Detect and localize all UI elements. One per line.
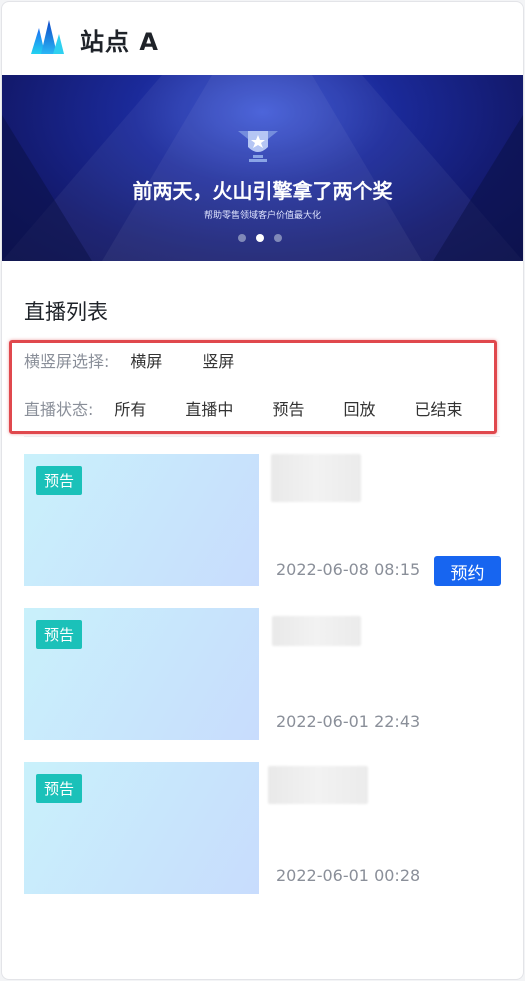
status-filter: 直播状态: 所有 直播中 预告 回放 已结束 <box>24 396 462 420</box>
status-filter-label: 直播状态: <box>24 400 94 419</box>
live-date: 2022-06-01 00:28 <box>276 866 421 885</box>
live-list-item[interactable]: 预告 2022-06-08 08:15 预约 <box>24 454 502 588</box>
reserve-button[interactable]: 预约 <box>434 556 501 586</box>
orientation-option-landscape[interactable]: 横屏 <box>130 348 162 372</box>
filter-divider <box>24 436 500 437</box>
site-header: 站点 A <box>2 2 523 75</box>
carousel-dot-active[interactable] <box>256 234 264 242</box>
live-list-item[interactable]: 预告 2022-06-01 00:28 <box>24 762 502 896</box>
trophy-icon <box>238 131 278 162</box>
orientation-filter: 横竖屏选择: 横屏 竖屏 <box>24 348 234 372</box>
carousel-dot[interactable] <box>238 234 246 242</box>
banner-title: 前两天，火山引擎拿了两个奖 <box>132 179 393 203</box>
status-option-ended[interactable]: 已结束 <box>414 396 462 420</box>
status-badge: 预告 <box>36 620 83 649</box>
status-option-all[interactable]: 所有 <box>114 396 146 420</box>
status-option-live[interactable]: 直播中 <box>185 396 233 420</box>
live-date: 2022-06-08 08:15 <box>276 560 421 579</box>
status-badge: 预告 <box>36 774 83 803</box>
status-option-replay[interactable]: 回放 <box>343 396 375 420</box>
orientation-option-portrait[interactable]: 竖屏 <box>202 348 234 372</box>
banner-carousel[interactable]: 前两天，火山引擎拿了两个奖 帮助零售领域客户价值最大化 <box>2 75 523 261</box>
status-badge: 预告 <box>36 466 83 495</box>
banner-subtitle: 帮助零售领域客户价值最大化 <box>203 211 321 221</box>
live-list-item[interactable]: 预告 2022-06-01 22:43 <box>24 608 502 742</box>
live-thumbnail[interactable]: 预告 <box>24 454 259 586</box>
status-option-preview[interactable]: 预告 <box>272 396 304 420</box>
live-list-title: 直播列表 <box>24 300 108 324</box>
live-title-placeholder <box>271 454 361 502</box>
live-title-placeholder <box>272 616 361 646</box>
live-thumbnail[interactable]: 预告 <box>24 762 259 894</box>
orientation-filter-label: 横竖屏选择: <box>24 352 110 371</box>
brand-peaks-icon <box>31 20 64 54</box>
live-date: 2022-06-01 22:43 <box>276 712 421 731</box>
site-title: 站点 A <box>80 28 159 56</box>
live-title-placeholder <box>268 766 368 804</box>
site-card: 站点 A 前两天，火山引擎拿了两个奖 帮助零售领域客户价值最大化 直播列表 横竖… <box>1 1 524 980</box>
carousel-indicators <box>238 234 282 242</box>
live-thumbnail[interactable]: 预告 <box>24 608 259 740</box>
carousel-dot[interactable] <box>274 234 282 242</box>
